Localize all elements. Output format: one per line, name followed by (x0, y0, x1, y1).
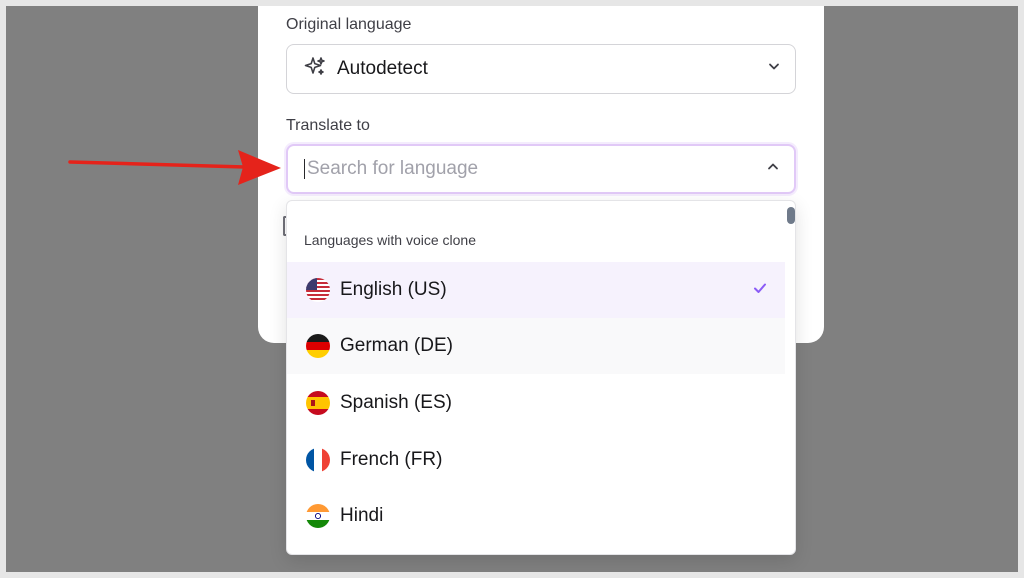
annotation-arrow-icon (68, 150, 281, 185)
